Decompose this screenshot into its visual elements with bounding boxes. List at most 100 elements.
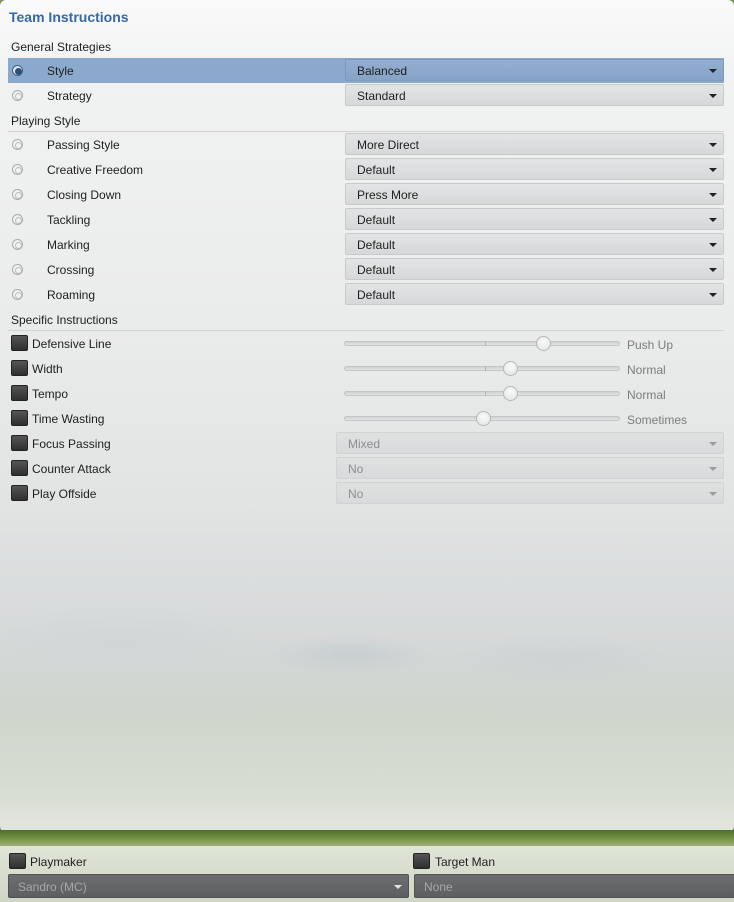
radio-icon[interactable] bbox=[12, 264, 23, 275]
creative-freedom-select[interactable]: Default bbox=[345, 158, 724, 180]
playing-row-passing-style[interactable]: Passing Style More Direct bbox=[8, 132, 724, 157]
slider-center-tick bbox=[485, 391, 486, 396]
slider-thumb[interactable] bbox=[536, 336, 551, 351]
playing-row-closing-down[interactable]: Closing Down Press More bbox=[8, 182, 724, 207]
playing-row-roaming[interactable]: Roaming Default bbox=[8, 282, 724, 307]
select-value: Mixed bbox=[348, 437, 381, 451]
radio-icon[interactable] bbox=[12, 289, 23, 300]
slider-thumb[interactable] bbox=[476, 411, 491, 426]
radio-icon[interactable] bbox=[12, 164, 23, 175]
row-label: Style bbox=[47, 64, 74, 78]
specific-row-play-offside: Play Offside No bbox=[8, 481, 724, 506]
row-label: Play Offside bbox=[32, 487, 97, 501]
playing-row-marking[interactable]: Marking Default bbox=[8, 232, 724, 257]
radio-icon[interactable] bbox=[12, 139, 23, 150]
chevron-down-icon bbox=[709, 94, 717, 98]
select-value: None bbox=[424, 880, 453, 894]
row-label: Creative Freedom bbox=[47, 163, 144, 177]
counter-attack-select[interactable]: No bbox=[336, 457, 724, 479]
panel-title: Team Instructions bbox=[9, 9, 129, 25]
checkbox-icon[interactable] bbox=[11, 410, 28, 426]
playing-row-crossing[interactable]: Crossing Default bbox=[8, 257, 724, 282]
row-label: Width bbox=[32, 362, 63, 376]
row-label: Tackling bbox=[47, 213, 91, 227]
chevron-down-icon bbox=[709, 293, 717, 297]
closing-down-select[interactable]: Press More bbox=[345, 183, 724, 205]
select-value: No bbox=[348, 487, 364, 501]
row-label: Roaming bbox=[47, 288, 96, 302]
chevron-down-icon bbox=[709, 218, 717, 222]
slider-thumb[interactable] bbox=[503, 386, 518, 401]
radio-icon[interactable] bbox=[12, 189, 23, 200]
time-wasting-slider[interactable] bbox=[344, 411, 620, 426]
radio-icon[interactable] bbox=[12, 239, 23, 250]
section-playing-style: Playing Style bbox=[11, 114, 81, 128]
chevron-down-icon bbox=[709, 492, 717, 496]
specific-row-tempo: Tempo Normal bbox=[8, 381, 724, 406]
specific-row-defensive-line: Defensive Line Push Up bbox=[8, 331, 724, 356]
general-row-strategy[interactable]: Strategy Standard bbox=[8, 83, 724, 108]
tempo-slider[interactable] bbox=[344, 386, 620, 401]
playmaker-select[interactable]: Sandro (MC) bbox=[8, 874, 409, 898]
playing-row-tackling[interactable]: Tackling Default bbox=[8, 207, 724, 232]
roaming-select[interactable]: Default bbox=[345, 283, 724, 305]
select-value: Default bbox=[357, 263, 396, 277]
specific-row-width: Width Normal bbox=[8, 356, 724, 381]
radio-icon[interactable] bbox=[12, 65, 23, 76]
chevron-down-icon bbox=[709, 168, 717, 172]
general-row-style[interactable]: Style Balanced bbox=[8, 58, 724, 83]
strategy-select[interactable]: Standard bbox=[345, 84, 724, 106]
row-label: Strategy bbox=[47, 89, 92, 103]
select-value: No bbox=[348, 462, 364, 476]
specific-row-counter-attack: Counter Attack No bbox=[8, 456, 724, 481]
target-man-select[interactable]: None bbox=[414, 874, 734, 898]
slider-value: Sometimes bbox=[627, 413, 688, 427]
tackling-select[interactable]: Default bbox=[345, 208, 724, 230]
specific-row-focus-passing: Focus Passing Mixed bbox=[8, 431, 724, 456]
slider-thumb[interactable] bbox=[503, 361, 518, 376]
row-label: Counter Attack bbox=[32, 462, 111, 476]
checkbox-icon[interactable] bbox=[11, 385, 28, 401]
checkbox-icon[interactable] bbox=[11, 360, 28, 376]
select-value: Balanced bbox=[357, 64, 408, 78]
slider-value: Push Up bbox=[627, 338, 674, 352]
checkbox-icon[interactable] bbox=[11, 335, 28, 351]
section-specific-instructions: Specific Instructions bbox=[11, 313, 118, 327]
checkbox-icon[interactable] bbox=[11, 485, 28, 501]
style-select[interactable]: Balanced bbox=[345, 59, 724, 81]
slider-value: Normal bbox=[627, 363, 666, 377]
marking-select[interactable]: Default bbox=[345, 233, 724, 255]
select-value: Default bbox=[357, 163, 396, 177]
row-label: Passing Style bbox=[47, 138, 120, 152]
width-slider[interactable] bbox=[344, 361, 620, 376]
checkbox-icon[interactable] bbox=[9, 853, 26, 869]
checkbox-icon[interactable] bbox=[11, 460, 28, 476]
chevron-down-icon bbox=[709, 243, 717, 247]
radio-icon[interactable] bbox=[12, 214, 23, 225]
defensive-line-slider[interactable] bbox=[344, 336, 620, 351]
row-label: Tempo bbox=[32, 387, 69, 401]
select-value: Press More bbox=[357, 188, 419, 202]
player-roles-bar: Playmaker Sandro (MC) Target Man None bbox=[0, 846, 734, 902]
passing-style-select[interactable]: More Direct bbox=[345, 133, 724, 155]
select-value: Default bbox=[357, 213, 396, 227]
chevron-down-icon bbox=[709, 442, 717, 446]
checkbox-icon[interactable] bbox=[11, 435, 28, 451]
select-value: Sandro (MC) bbox=[18, 880, 87, 894]
section-general-strategies: General Strategies bbox=[11, 40, 112, 54]
row-label: Defensive Line bbox=[32, 337, 112, 351]
slider-center-tick bbox=[485, 341, 486, 346]
play-offside-select[interactable]: No bbox=[336, 482, 724, 504]
row-label: Time Wasting bbox=[32, 412, 105, 426]
crossing-select[interactable]: Default bbox=[345, 258, 724, 280]
playing-row-creative-freedom[interactable]: Creative Freedom Default bbox=[8, 157, 724, 182]
select-value: Default bbox=[357, 288, 396, 302]
chevron-down-icon bbox=[394, 885, 402, 889]
radio-icon[interactable] bbox=[12, 90, 23, 101]
specific-row-time-wasting: Time Wasting Sometimes bbox=[8, 406, 724, 431]
row-label: Marking bbox=[47, 238, 90, 252]
chevron-down-icon bbox=[709, 193, 717, 197]
focus-passing-select[interactable]: Mixed bbox=[336, 432, 724, 454]
checkbox-icon[interactable] bbox=[413, 853, 430, 869]
target-man-label: Target Man bbox=[435, 855, 496, 869]
